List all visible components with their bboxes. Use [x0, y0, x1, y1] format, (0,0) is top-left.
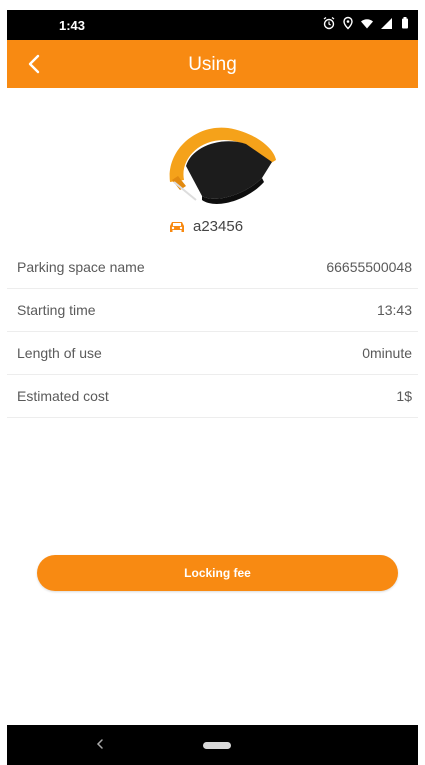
location-icon	[341, 16, 355, 30]
alarm-icon	[322, 16, 336, 30]
detail-row-estimated-cost: Estimated cost 1$	[7, 375, 418, 418]
status-bar: 1:43	[7, 10, 418, 40]
parking-lock-device-image	[162, 120, 282, 210]
page-title: Using	[188, 54, 237, 75]
detail-value: 66655500048	[326, 259, 412, 275]
locking-fee-button[interactable]: Locking fee	[37, 555, 398, 591]
system-nav-bar	[7, 725, 418, 765]
chevron-left-icon	[96, 739, 103, 749]
usage-details: Parking space name 66655500048 Starting …	[7, 246, 418, 418]
signal-icon	[379, 16, 393, 30]
vehicle-plate: a23456	[167, 218, 243, 235]
detail-value: 13:43	[376, 302, 412, 318]
battery-icon	[398, 16, 412, 30]
detail-row-length-of-use: Length of use 0minute	[7, 332, 418, 375]
detail-label: Parking space name	[17, 259, 145, 275]
nav-home-pill[interactable]	[203, 742, 231, 749]
app-header: Using	[7, 40, 418, 88]
wifi-icon	[360, 16, 374, 30]
status-icons	[322, 16, 412, 30]
status-time: 1:43	[59, 18, 86, 33]
plate-number: a23456	[193, 218, 244, 235]
app-screen: 1:43 Using a23456 Parking space name 666…	[7, 10, 418, 765]
detail-label: Length of use	[17, 345, 102, 361]
nav-back-button[interactable]	[93, 737, 107, 751]
detail-label: Starting time	[17, 302, 96, 318]
detail-value: 1$	[396, 388, 412, 404]
detail-row-parking-space: Parking space name 66655500048	[7, 246, 418, 289]
detail-row-starting-time: Starting time 13:43	[7, 289, 418, 332]
detail-label: Estimated cost	[17, 388, 109, 404]
car-icon	[167, 219, 187, 235]
detail-value: 0minute	[362, 345, 412, 361]
